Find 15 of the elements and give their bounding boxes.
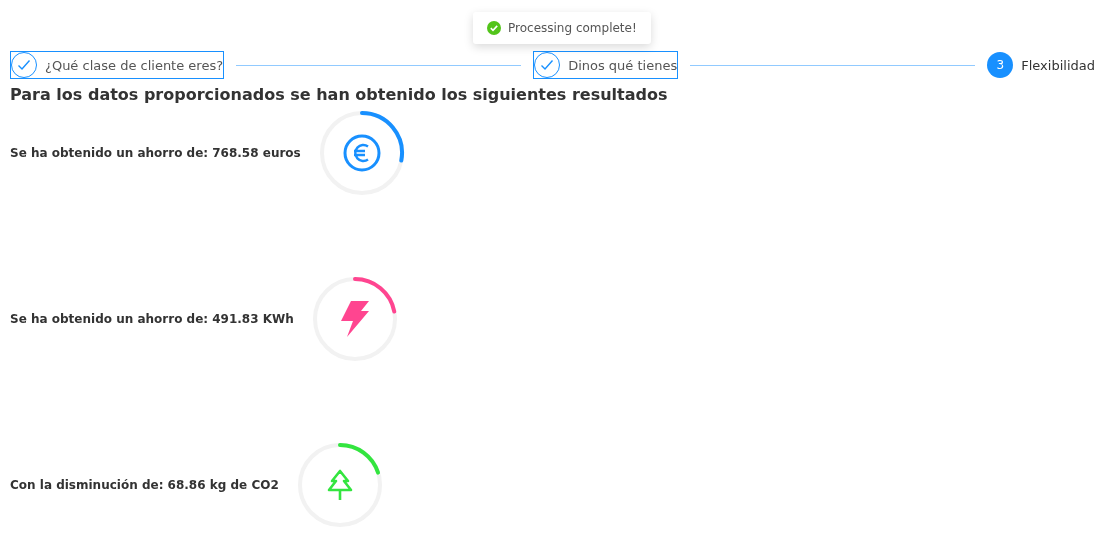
result-text: Con la disminución de: 68.86 kg de CO2 (10, 478, 279, 492)
check-icon (17, 59, 31, 71)
success-icon (487, 21, 501, 35)
step[interactable]: ¿Qué clase de cliente eres? (10, 51, 225, 79)
lightning-icon (339, 301, 370, 337)
check-icon (540, 59, 555, 71)
step[interactable]: 3 Flexibilidad (987, 52, 1095, 78)
step[interactable]: Dinos qué tienes (533, 51, 679, 79)
euro-icon (342, 134, 381, 172)
toast-message: Processing complete! (508, 21, 637, 35)
result-text: Se ha obtenido un ahorro de: 491.83 KWh (10, 312, 294, 326)
result-text: Se ha obtenido un ahorro de: 768.58 euros (10, 146, 301, 160)
step-number: 3 (987, 52, 1014, 78)
results-heading: Para los datos proporcionados se han obtenido los siguientes resultados (10, 85, 669, 104)
tree-icon (325, 469, 354, 501)
